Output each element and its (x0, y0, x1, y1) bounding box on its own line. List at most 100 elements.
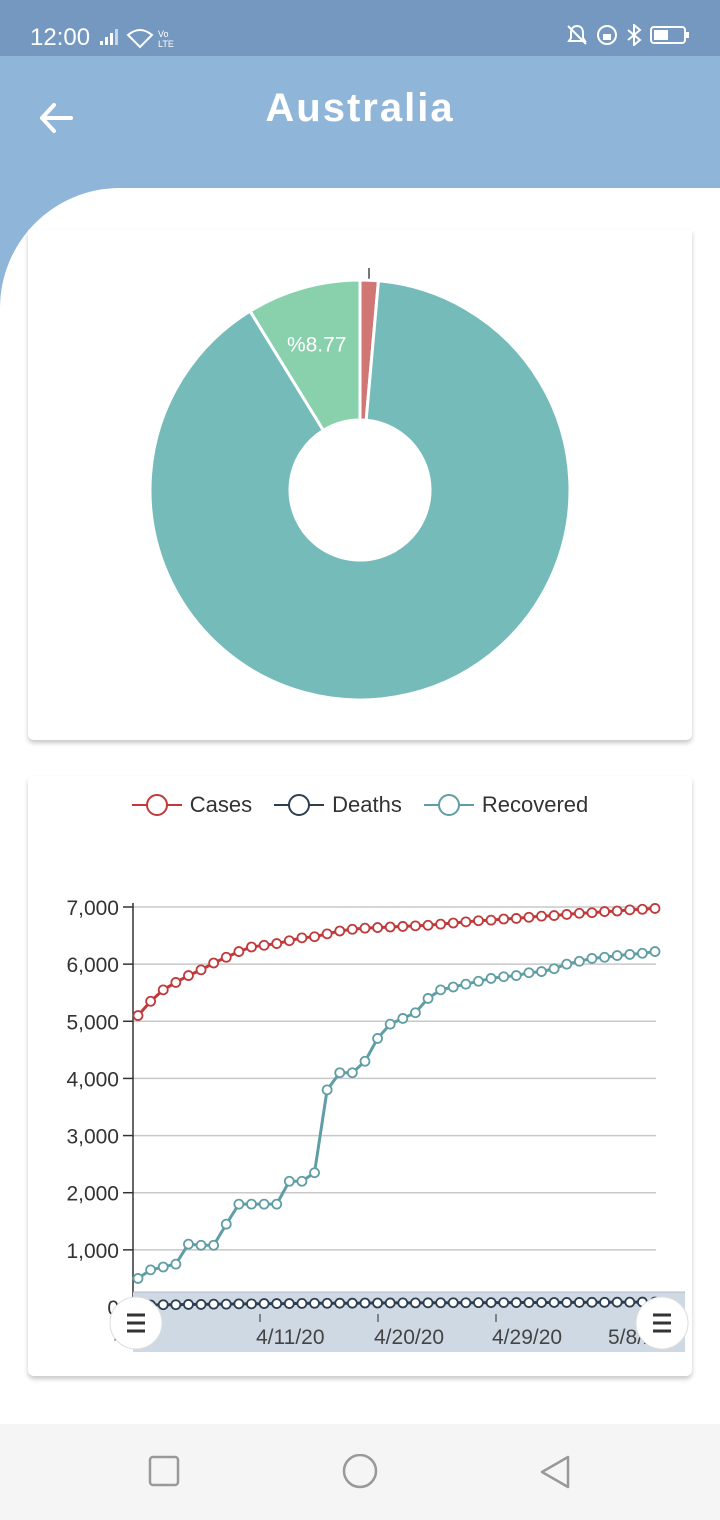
data-point-recovered[interactable] (435, 984, 447, 996)
data-point-recovered[interactable] (145, 1264, 157, 1276)
data-point-cases[interactable] (296, 932, 308, 944)
data-point-recovered[interactable] (321, 1084, 333, 1096)
data-point-deaths[interactable] (258, 1298, 270, 1309)
data-point-recovered[interactable] (586, 953, 598, 964)
data-point-cases[interactable] (410, 920, 421, 932)
data-point-deaths[interactable] (157, 1299, 169, 1311)
data-point-recovered[interactable] (372, 1033, 383, 1044)
data-point-recovered[interactable] (271, 1198, 283, 1210)
data-point-cases[interactable] (258, 939, 270, 951)
data-point-deaths[interactable] (498, 1297, 510, 1308)
data-point-recovered[interactable] (384, 1018, 396, 1030)
data-point-cases[interactable] (309, 931, 320, 943)
data-point-recovered[interactable] (233, 1198, 245, 1210)
data-point-cases[interactable] (220, 951, 232, 963)
data-point-recovered[interactable] (157, 1261, 169, 1273)
data-point-deaths[interactable] (296, 1298, 308, 1309)
data-point-recovered[interactable] (599, 951, 610, 963)
data-point-cases[interactable] (611, 905, 623, 917)
data-point-cases[interactable] (561, 909, 573, 920)
data-point-recovered[interactable] (359, 1055, 371, 1067)
data-point-cases[interactable] (447, 917, 459, 929)
data-point-deaths[interactable] (170, 1299, 182, 1311)
data-point-recovered[interactable] (132, 1273, 144, 1284)
data-point-cases[interactable] (384, 921, 396, 933)
data-point-deaths[interactable] (599, 1296, 610, 1308)
data-point-cases[interactable] (183, 970, 194, 981)
data-point-recovered[interactable] (258, 1198, 270, 1210)
data-point-cases[interactable] (599, 906, 610, 917)
data-point-deaths[interactable] (536, 1297, 547, 1308)
data-point-cases[interactable] (649, 903, 661, 914)
data-point-deaths[interactable] (283, 1298, 295, 1309)
data-point-cases[interactable] (283, 935, 295, 947)
data-point-deaths[interactable] (346, 1297, 358, 1309)
range-handle-right[interactable] (635, 1296, 689, 1350)
data-point-deaths[interactable] (473, 1297, 484, 1309)
data-point-recovered[interactable] (561, 958, 573, 970)
data-point-recovered[interactable] (283, 1175, 295, 1187)
data-point-deaths[interactable] (624, 1296, 636, 1308)
data-point-deaths[interactable] (372, 1297, 383, 1309)
home-button[interactable] (340, 1454, 380, 1494)
data-point-recovered[interactable] (334, 1067, 346, 1079)
data-point-deaths[interactable] (561, 1297, 573, 1308)
data-point-cases[interactable] (422, 919, 434, 931)
data-point-deaths[interactable] (485, 1297, 497, 1308)
data-point-cases[interactable] (170, 977, 182, 988)
data-point-recovered[interactable] (611, 950, 623, 961)
data-point-deaths[interactable] (573, 1297, 585, 1308)
data-point-cases[interactable] (485, 914, 497, 926)
data-point-recovered[interactable] (397, 1013, 409, 1024)
data-point-cases[interactable] (435, 918, 447, 930)
data-point-cases[interactable] (359, 922, 371, 934)
data-point-recovered[interactable] (636, 947, 648, 959)
data-point-deaths[interactable] (233, 1298, 245, 1310)
data-point-recovered[interactable] (422, 993, 434, 1004)
data-point-deaths[interactable] (246, 1298, 257, 1310)
data-point-recovered[interactable] (195, 1239, 207, 1251)
data-point-recovered[interactable] (510, 970, 522, 981)
data-point-deaths[interactable] (611, 1296, 623, 1308)
data-point-cases[interactable] (334, 925, 346, 937)
data-point-cases[interactable] (271, 938, 283, 949)
data-point-cases[interactable] (132, 1010, 144, 1021)
data-point-recovered[interactable] (536, 966, 547, 977)
data-point-deaths[interactable] (460, 1297, 472, 1309)
data-point-recovered[interactable] (573, 955, 585, 967)
data-point-recovered[interactable] (220, 1218, 232, 1230)
data-point-cases[interactable] (397, 921, 409, 932)
data-point-deaths[interactable] (309, 1297, 320, 1309)
data-point-recovered[interactable] (498, 971, 510, 983)
data-point-cases[interactable] (157, 984, 169, 996)
data-point-deaths[interactable] (220, 1298, 232, 1310)
data-point-cases[interactable] (510, 913, 522, 924)
data-point-recovered[interactable] (548, 963, 560, 975)
data-point-deaths[interactable] (447, 1297, 459, 1309)
data-point-cases[interactable] (372, 922, 383, 933)
data-point-deaths[interactable] (384, 1297, 396, 1309)
data-point-recovered[interactable] (523, 967, 535, 979)
data-point-cases[interactable] (498, 913, 510, 925)
data-point-recovered[interactable] (208, 1239, 220, 1251)
data-point-deaths[interactable] (359, 1297, 371, 1309)
data-point-recovered[interactable] (460, 978, 472, 990)
data-point-cases[interactable] (624, 904, 636, 916)
data-point-recovered[interactable] (296, 1175, 308, 1187)
back-nav-button[interactable] (538, 1454, 574, 1494)
data-point-recovered[interactable] (170, 1258, 182, 1270)
data-point-cases[interactable] (246, 941, 257, 953)
data-point-deaths[interactable] (586, 1296, 598, 1308)
data-point-deaths[interactable] (435, 1297, 447, 1309)
data-point-cases[interactable] (460, 916, 472, 928)
recent-apps-button[interactable] (147, 1454, 181, 1488)
data-point-deaths[interactable] (523, 1297, 535, 1308)
data-point-recovered[interactable] (346, 1067, 358, 1079)
data-point-recovered[interactable] (485, 973, 497, 984)
data-point-recovered[interactable] (649, 946, 661, 957)
data-point-cases[interactable] (195, 964, 207, 976)
data-point-recovered[interactable] (410, 1007, 421, 1019)
data-point-cases[interactable] (145, 995, 157, 1007)
data-point-deaths[interactable] (271, 1298, 283, 1309)
data-point-cases[interactable] (208, 957, 220, 969)
